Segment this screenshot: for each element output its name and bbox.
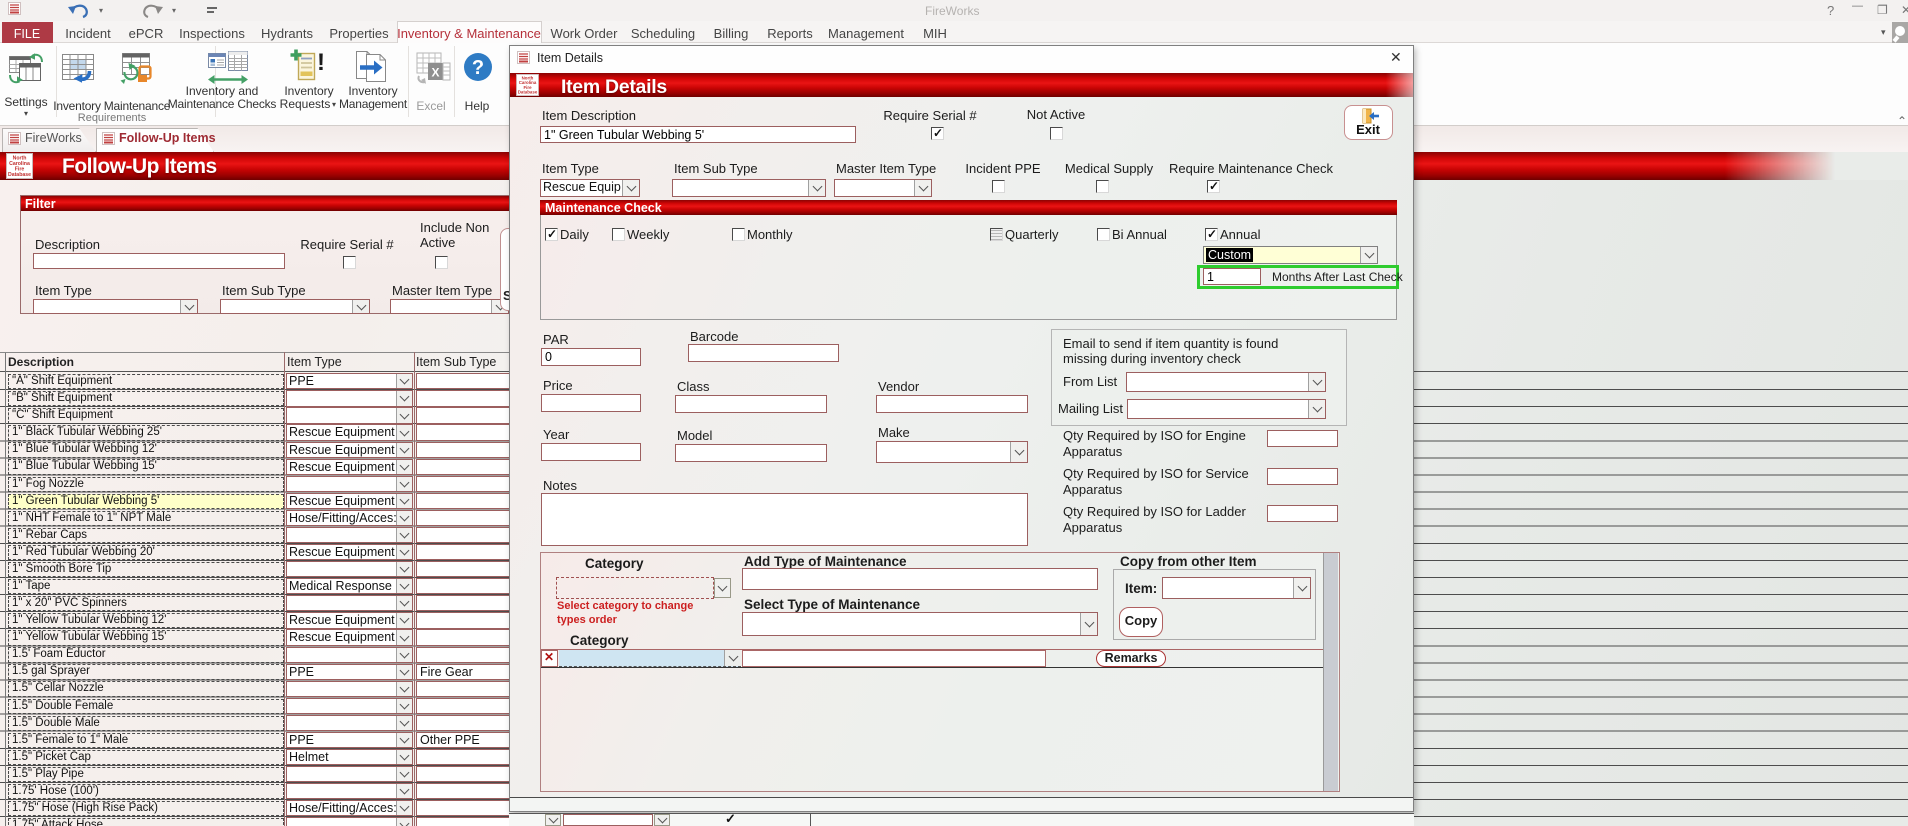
svg-text:!: !	[317, 49, 325, 76]
svg-text:?: ?	[472, 57, 484, 79]
svg-text:Database: Database	[518, 89, 538, 94]
svg-text:Database: Database	[8, 172, 31, 178]
svg-text:X: X	[431, 66, 439, 80]
